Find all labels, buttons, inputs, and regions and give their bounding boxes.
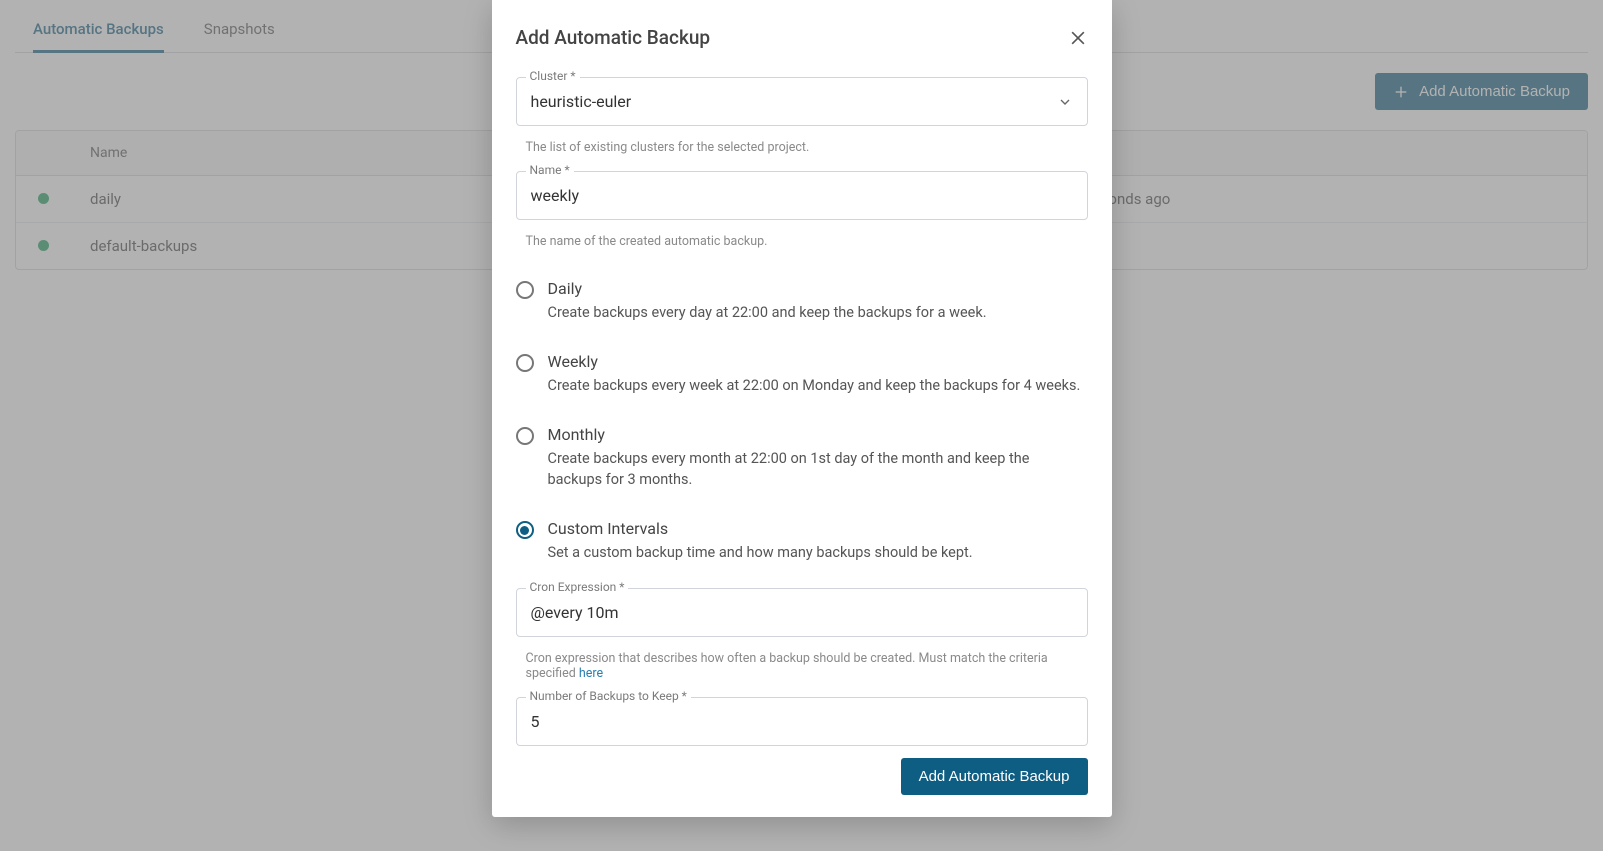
radio-option-monthly[interactable]: Monthly Create backups every month at 22… bbox=[516, 415, 1088, 510]
radio-title: Daily bbox=[548, 279, 987, 298]
radio-icon bbox=[516, 521, 534, 539]
cron-input[interactable] bbox=[516, 588, 1088, 637]
radio-desc: Create backups every week at 22:00 on Mo… bbox=[548, 375, 1081, 397]
submit-label: Add Automatic Backup bbox=[919, 768, 1070, 785]
close-icon bbox=[1068, 28, 1088, 48]
cluster-helper: The list of existing clusters for the se… bbox=[516, 134, 1088, 171]
radio-icon bbox=[516, 354, 534, 372]
radio-option-weekly[interactable]: Weekly Create backups every week at 22:0… bbox=[516, 342, 1088, 415]
radio-desc: Set a custom backup time and how many ba… bbox=[548, 542, 973, 564]
keep-input[interactable] bbox=[516, 697, 1088, 746]
cluster-value: heuristic-euler bbox=[531, 92, 632, 111]
cron-field-label: Cron Expression * bbox=[526, 580, 629, 594]
dialog-title: Add Automatic Backup bbox=[516, 26, 711, 49]
add-backup-dialog: Add Automatic Backup Cluster * heuristic… bbox=[492, 0, 1112, 817]
radio-option-custom[interactable]: Custom Intervals Set a custom backup tim… bbox=[516, 509, 1088, 582]
keep-field-label: Number of Backups to Keep * bbox=[526, 689, 691, 703]
cron-help-text: Cron expression that describes how often… bbox=[526, 651, 1048, 681]
radio-option-daily[interactable]: Daily Create backups every day at 22:00 … bbox=[516, 269, 1088, 342]
radio-desc: Create backups every day at 22:00 and ke… bbox=[548, 302, 987, 324]
submit-add-backup-button[interactable]: Add Automatic Backup bbox=[901, 758, 1088, 795]
chevron-down-icon bbox=[1057, 94, 1073, 110]
cluster-select[interactable]: heuristic-euler bbox=[516, 77, 1088, 126]
cron-help-link[interactable]: here bbox=[579, 666, 603, 681]
radio-title: Custom Intervals bbox=[548, 519, 973, 538]
radio-icon bbox=[516, 427, 534, 445]
modal-overlay[interactable]: Add Automatic Backup Cluster * heuristic… bbox=[0, 0, 1603, 851]
close-button[interactable] bbox=[1068, 28, 1088, 48]
radio-desc: Create backups every month at 22:00 on 1… bbox=[548, 448, 1088, 492]
radio-title: Monthly bbox=[548, 425, 1088, 444]
cluster-field-label: Cluster * bbox=[526, 69, 580, 83]
name-field-label: Name * bbox=[526, 163, 574, 177]
name-input[interactable] bbox=[516, 171, 1088, 220]
radio-title: Weekly bbox=[548, 352, 1081, 371]
radio-icon bbox=[516, 281, 534, 299]
name-helper: The name of the created automatic backup… bbox=[516, 228, 1088, 265]
